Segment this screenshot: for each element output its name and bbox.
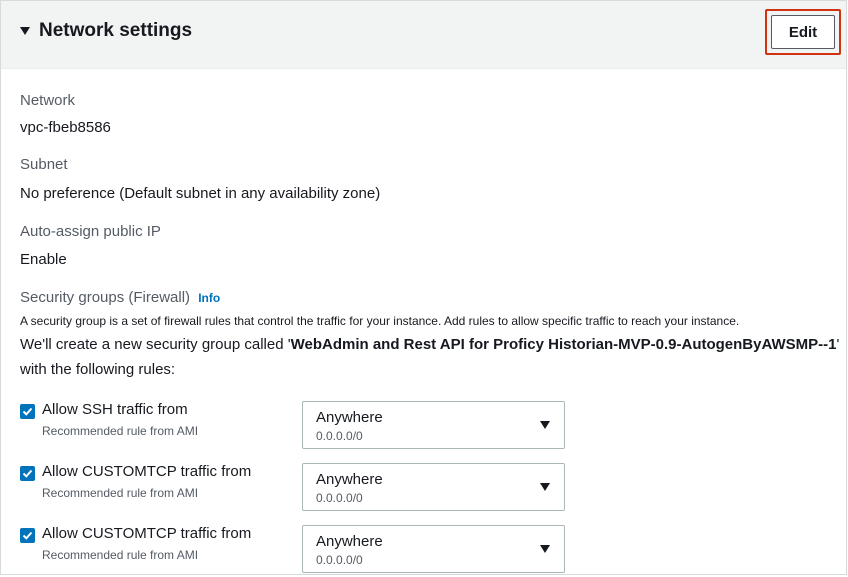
source-select[interactable]: Anywhere 0.0.0.0/0 [302, 525, 565, 573]
security-groups-description: A security group is a set of firewall ru… [20, 314, 740, 328]
source-select[interactable]: Anywhere 0.0.0.0/0 [302, 401, 565, 449]
panel-header: Network settings Edit [1, 1, 846, 69]
security-group-name: WebAdmin and Rest API for Proficy Histor… [290, 336, 837, 353]
security-group-create-text: We'll create a new security group called… [20, 332, 840, 382]
edit-button[interactable]: Edit [771, 15, 835, 49]
network-value: vpc-fbeb8586 [20, 119, 111, 136]
network-label: Network [20, 92, 76, 109]
collapse-caret-icon[interactable] [20, 27, 30, 35]
dropdown-arrow-icon [540, 545, 550, 553]
rule-subtitle: Recommended rule from AMI [42, 486, 199, 500]
rule-row-customtcp-1: Allow CUSTOMTCP traffic from Recommended… [20, 463, 580, 515]
dropdown-arrow-icon [540, 483, 550, 491]
source-select-value: Anywhere [316, 533, 383, 550]
checkmark-icon [22, 531, 33, 540]
panel-title: Network settings [39, 20, 193, 41]
source-select-value: Anywhere [316, 471, 383, 488]
checkmark-icon [22, 407, 33, 416]
security-groups-label-text: Security groups (Firewall) [20, 289, 191, 306]
create-prefix: We'll create a new security group called… [20, 336, 291, 353]
rule-checkbox[interactable] [20, 466, 35, 481]
rule-title: Allow SSH traffic from [42, 401, 188, 418]
checkmark-icon [22, 469, 33, 478]
public-ip-label: Auto-assign public IP [20, 223, 161, 240]
rule-title: Allow CUSTOMTCP traffic from [42, 463, 252, 480]
dropdown-arrow-icon [540, 421, 550, 429]
rule-title: Allow CUSTOMTCP traffic from [42, 525, 252, 542]
source-select-cidr: 0.0.0.0/0 [316, 553, 363, 567]
rule-subtitle: Recommended rule from AMI [42, 424, 199, 438]
public-ip-value: Enable [20, 251, 67, 268]
source-select-value: Anywhere [316, 409, 383, 426]
info-link[interactable]: Info [198, 291, 220, 305]
rule-subtitle: Recommended rule from AMI [42, 548, 199, 562]
network-settings-panel: Network settings Edit Network vpc-fbeb85… [0, 0, 847, 575]
subnet-label: Subnet [20, 156, 68, 173]
source-select-cidr: 0.0.0.0/0 [316, 491, 363, 505]
source-select-cidr: 0.0.0.0/0 [316, 429, 363, 443]
rule-checkbox[interactable] [20, 528, 35, 543]
rule-checkbox[interactable] [20, 404, 35, 419]
rule-row-customtcp-2: Allow CUSTOMTCP traffic from Recommended… [20, 525, 580, 577]
source-select[interactable]: Anywhere 0.0.0.0/0 [302, 463, 565, 511]
subnet-value: No preference (Default subnet in any ava… [20, 185, 381, 202]
security-groups-label: Security groups (Firewall) Info [20, 289, 220, 306]
rule-row-ssh: Allow SSH traffic from Recommended rule … [20, 401, 580, 453]
